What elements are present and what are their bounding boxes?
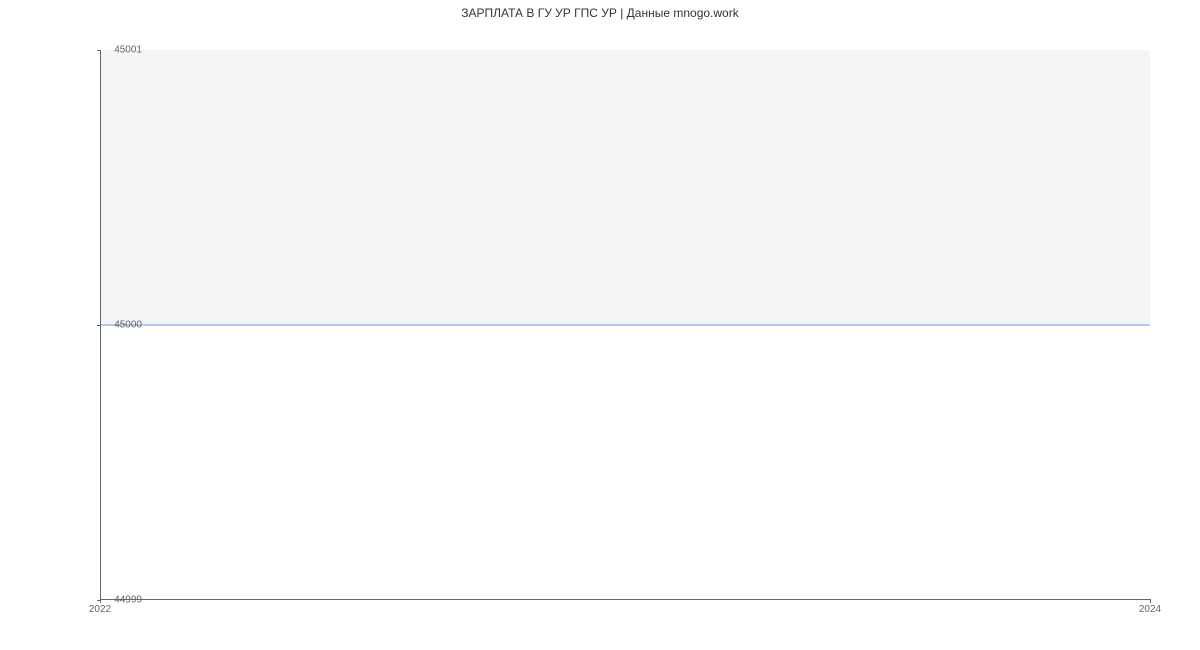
y-tick	[97, 325, 101, 326]
y-axis	[100, 50, 101, 600]
data-series-line	[100, 325, 1150, 326]
grid-band-upper	[100, 50, 1150, 325]
y-tick-label: 45001	[114, 45, 142, 56]
y-tick	[97, 50, 101, 51]
x-tick-label: 2022	[89, 604, 111, 615]
y-tick-label: 45000	[114, 320, 142, 331]
x-tick	[100, 599, 101, 603]
grid-band-lower	[100, 325, 1150, 600]
chart-title: ЗАРПЛАТА В ГУ УР ГПС УР | Данные mnogo.w…	[0, 0, 1200, 24]
x-axis	[100, 599, 1150, 600]
x-tick-label: 2024	[1139, 604, 1161, 615]
y-tick-label: 44999	[114, 595, 142, 606]
x-tick	[1150, 599, 1151, 603]
plot-area	[100, 50, 1150, 600]
